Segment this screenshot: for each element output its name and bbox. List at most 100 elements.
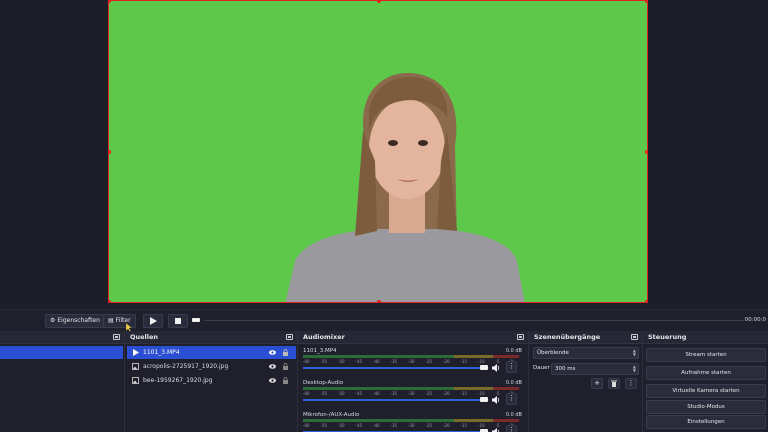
channel-menu-button[interactable]: ⋮ [506, 361, 517, 373]
meter-scale: -60-55-50-45-40-35-30-25-20-15-10-50 [303, 359, 513, 364]
trash-icon [611, 380, 617, 387]
duration-label: Dauer [533, 365, 550, 371]
volume-slider-handle[interactable] [480, 365, 488, 370]
resize-handle-mr[interactable] [645, 150, 647, 154]
stop-button[interactable] [168, 314, 188, 328]
start-virtual-camera-button[interactable]: Virtuelle Kamera starten [646, 384, 766, 398]
more-vertical-icon: ⋮ [508, 426, 515, 432]
plus-icon: + [594, 379, 600, 387]
preview-area [0, 0, 768, 309]
scene-item-selected[interactable] [0, 346, 123, 359]
dock-float-icon[interactable] [631, 334, 638, 340]
meter-scale-label: -25 [425, 423, 433, 428]
meter-scale-label: -20 [443, 423, 450, 428]
start-recording-button[interactable]: Aufnahme starten [646, 366, 766, 380]
image-source-icon [132, 377, 139, 384]
more-vertical-icon: ⋮ [508, 362, 515, 370]
lock-icon[interactable] [283, 363, 288, 370]
meter-scale-label: -15 [460, 359, 468, 364]
lock-icon[interactable] [283, 377, 288, 384]
meter-scale-label: -10 [478, 359, 485, 364]
source-item[interactable]: acropolis-2725917_1920.jpg [127, 360, 296, 373]
audio-mixer-header: Audiomixer [298, 331, 528, 344]
play-button[interactable] [143, 314, 163, 328]
play-icon [149, 317, 157, 325]
channel-menu-button[interactable]: ⋮ [506, 393, 517, 405]
duration-spinbox[interactable]: 300 ms ▲ ▼ [551, 363, 639, 375]
scene-transitions-dock: Szenenübergänge Überblende ▲ ▼ Dauer 300 … [529, 331, 643, 432]
transition-menu-button[interactable]: ⋮ [625, 378, 637, 389]
gear-icon: ⚙ [50, 317, 56, 324]
seek-slider-handle[interactable] [192, 318, 200, 322]
meter-scale-label: -15 [460, 391, 468, 396]
resize-handle-bc[interactable] [377, 300, 381, 302]
source-item[interactable]: 1101_3.MP4 [127, 346, 296, 359]
meter-scale-label: -20 [443, 359, 450, 364]
more-vertical-icon: ⋮ [508, 394, 515, 402]
remove-transition-button[interactable] [608, 378, 620, 389]
meter-scale-label: -60 [303, 423, 310, 428]
sources-dock: Quellen 1101_3.MP4 acropolis-2725917_192… [125, 331, 298, 432]
resize-handle-tl[interactable] [109, 1, 111, 3]
video-person [285, 73, 525, 302]
studio-mode-button[interactable]: Studio-Modus [646, 400, 766, 414]
media-time: 00:00:0 [744, 317, 766, 323]
mixer-channel: Mikrofon-/AUX-Audio 0.0 dB -60 -55 -50 -45 -40… [302, 412, 524, 432]
start-stream-button[interactable]: Stream starten [646, 348, 766, 362]
speaker-icon[interactable] [492, 428, 501, 432]
meter-scale-label: -45 [355, 391, 363, 396]
meter-scale-label: -35 [390, 423, 398, 428]
resize-handle-tr[interactable] [645, 1, 647, 3]
meter-scale-label: -50 [338, 391, 345, 396]
meter-scale-label: -30 [408, 391, 415, 396]
meter-scale-label: -45 [355, 423, 363, 428]
channel-db: 0.0 dB [505, 380, 522, 386]
resize-handle-bl[interactable] [109, 300, 111, 302]
speaker-icon[interactable] [492, 364, 501, 372]
volume-slider-handle[interactable] [480, 397, 488, 402]
meter-scale-label: -40 [373, 359, 380, 364]
properties-button[interactable]: ⚙ Eigenschaften [45, 314, 105, 328]
meter-scale-label: -40 [373, 423, 380, 428]
speaker-icon[interactable] [492, 396, 501, 404]
meter-scale-label: -50 [338, 359, 345, 364]
volume-slider-track[interactable] [303, 367, 483, 369]
channel-db: 0.0 dB [505, 348, 522, 354]
meter-scale-label: -60 [303, 359, 310, 364]
seek-slider-track[interactable] [204, 320, 744, 321]
obs-window: ⚙ Eigenschaften ▤ Filter 00:00:0 Quellen [0, 0, 768, 432]
volume-meter [303, 355, 519, 358]
meter-scale-label: -60 [303, 391, 310, 396]
updown-arrows-icon: ▲ ▼ [632, 348, 636, 357]
volume-slider-track[interactable] [303, 399, 483, 401]
more-vertical-icon: ⋮ [627, 379, 635, 387]
resize-handle-ml[interactable] [109, 150, 111, 154]
dock-float-icon[interactable] [286, 334, 293, 340]
scene-transitions-header: Szenenübergänge [529, 331, 642, 344]
dock-float-icon[interactable] [113, 334, 120, 340]
media-source-icon [133, 349, 139, 356]
add-transition-button[interactable]: + [591, 378, 603, 389]
controls-dock: Steuerung Stream starten Aufnahme starte… [643, 331, 768, 432]
resize-handle-tc[interactable] [377, 1, 381, 3]
resize-handle-br[interactable] [645, 300, 647, 302]
source-toolbar: ⚙ Eigenschaften ▤ Filter 00:00:0 [0, 309, 768, 331]
visibility-eye-icon[interactable] [269, 378, 276, 383]
source-item[interactable]: bee-1959267_1920.jpg [127, 374, 296, 387]
volume-meter [303, 387, 519, 390]
volume-meter [303, 419, 519, 422]
channel-menu-button[interactable]: ⋮ [506, 425, 517, 432]
controls-header: Steuerung [643, 331, 768, 344]
dock-float-icon[interactable] [517, 334, 524, 340]
visibility-eye-icon[interactable] [269, 350, 276, 355]
meter-scale-label: -30 [408, 359, 415, 364]
image-source-icon [132, 363, 139, 370]
settings-button[interactable]: Einstellungen [646, 415, 766, 429]
visibility-eye-icon[interactable] [269, 364, 276, 369]
meter-scale: -60-55-50-45-40-35-30-25-20-15-10-50 [303, 391, 513, 396]
lock-icon[interactable] [283, 349, 288, 356]
mixer-channel: Desktop-Audio 0.0 dB -60 -55 -50 -45 -40 -35 -30… [302, 380, 524, 408]
transition-select[interactable]: Überblende ▲ ▼ [533, 347, 639, 359]
preview-canvas[interactable] [108, 0, 648, 303]
mixer-channel: 1101_3.MP4 0.0 dB -60 -55 -50 -45 -40 -35 -30 -25… [302, 348, 524, 376]
